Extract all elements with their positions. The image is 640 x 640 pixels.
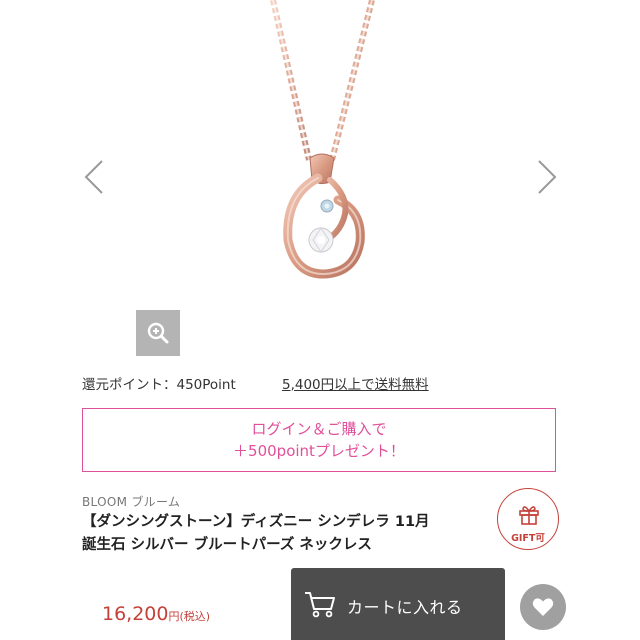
favorite-button[interactable] <box>520 584 566 630</box>
price-suffix: 円(税込) <box>168 610 211 623</box>
product-image <box>0 0 640 300</box>
promo-banner[interactable]: ログイン＆ご購入で ＋500pointプレゼント！ <box>82 408 556 472</box>
promo-line-2: ＋500pointプレゼント！ <box>233 442 405 460</box>
shipping-link[interactable]: 5,400円以上で送料無料 <box>282 373 429 393</box>
points-label: 還元ポイント：450Point <box>82 377 236 393</box>
gift-label: GIFT可 <box>511 533 545 544</box>
gift-badge: GIFT可 <box>497 488 559 550</box>
chevron-right-icon <box>538 160 557 194</box>
next-image-button[interactable] <box>527 155 563 199</box>
price-value: 16,200 <box>102 603 169 625</box>
add-to-cart-label: カートに入れる <box>347 598 463 617</box>
cart-icon <box>305 592 335 618</box>
previous-image-button[interactable] <box>78 155 114 199</box>
promo-line-1: ログイン＆ご購入で <box>251 420 387 438</box>
gift-icon <box>519 506 539 525</box>
add-to-cart-button[interactable]: カートに入れる <box>291 568 505 640</box>
brand-name[interactable]: BLOOM ブルーム <box>82 493 180 510</box>
zoom-button[interactable] <box>136 310 180 356</box>
zoom-in-icon <box>147 322 169 344</box>
chevron-left-icon <box>84 160 103 194</box>
product-title-line-2: 誕生石 シルバー ブルートパーズ ネックレス <box>82 537 372 553</box>
price: 16,200円(税込) <box>102 603 210 625</box>
product-title-line-1: 【ダンシングストーン】ディズニー シンデレラ 11月 <box>82 514 430 530</box>
info-row: 還元ポイント：450Point 5,400円以上で送料無料 <box>82 373 429 393</box>
product-title: 【ダンシングストーン】ディズニー シンデレラ 11月 誕生石 シルバー ブルート… <box>82 511 492 557</box>
heart-icon <box>532 598 554 616</box>
